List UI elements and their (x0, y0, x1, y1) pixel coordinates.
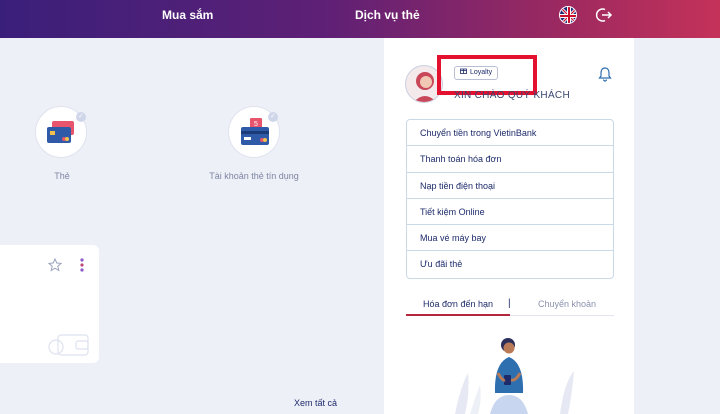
nav-card-services-link[interactable]: Dịch vụ thẻ (355, 8, 420, 22)
menu-item-online-savings[interactable]: Tiết kiệm Online (407, 199, 613, 226)
tab-separator: | (508, 298, 511, 309)
nav-shopping-link[interactable]: Mua sắm (162, 8, 213, 22)
credit-card-icon (47, 121, 74, 143)
highlight-annotation-box (437, 55, 537, 95)
bell-icon[interactable] (598, 66, 612, 82)
tab-transfer[interactable]: Chuyển khoản (520, 296, 614, 316)
credit-card-account-icon: 5 (241, 118, 269, 145)
greeting-text: XIN CHÀO QUÝ KHÁCH (454, 90, 570, 101)
card-badge-number: 5 (254, 121, 258, 128)
wallet-icon (48, 334, 89, 356)
quick-actions-menu: Chuyển tiền trong VietinBank Thanh toán … (406, 119, 614, 279)
top-navigation-bar: Mua sắm Dịch vụ thẻ (0, 0, 720, 38)
menu-item-phone-topup[interactable]: Nạp tiền điện thoại (407, 173, 613, 199)
person-with-phone-illustration (455, 338, 574, 414)
card-service-label: Thẻ (54, 171, 70, 181)
right-margin (634, 38, 720, 414)
bills-tabs: Hóa đơn đến hạn | Chuyển khoản (406, 296, 614, 316)
main-content: ✓ Thẻ 5 ✓ Tài khoản thẻ tín dụng Xem tất… (0, 38, 384, 414)
menu-item-card-offers[interactable]: Ưu đãi thẻ (407, 251, 613, 277)
menu-item-flight-tickets[interactable]: Mua vé máy bay (407, 225, 613, 252)
menu-item-bill-payment[interactable]: Thanh toán hóa đơn (407, 146, 613, 173)
uk-flag-icon[interactable] (559, 6, 577, 24)
card-panel (0, 245, 99, 363)
star-icon[interactable] (48, 258, 62, 272)
account-sidebar: Loyalty XIN CHÀO QUÝ KHÁCH Chuyển tiền t… (384, 38, 634, 414)
logout-icon[interactable] (595, 6, 613, 24)
more-options-icon[interactable] (79, 257, 85, 273)
menu-item-internal-transfer[interactable]: Chuyển tiền trong VietinBank (407, 120, 613, 147)
tab-due-bills[interactable]: Hóa đơn đến hạn (406, 296, 510, 316)
check-icon: ✓ (76, 112, 86, 122)
credit-account-service-label: Tài khoản thẻ tín dụng (209, 171, 299, 181)
see-all-link[interactable]: Xem tất cả (294, 398, 337, 408)
check-icon: ✓ (268, 112, 278, 122)
